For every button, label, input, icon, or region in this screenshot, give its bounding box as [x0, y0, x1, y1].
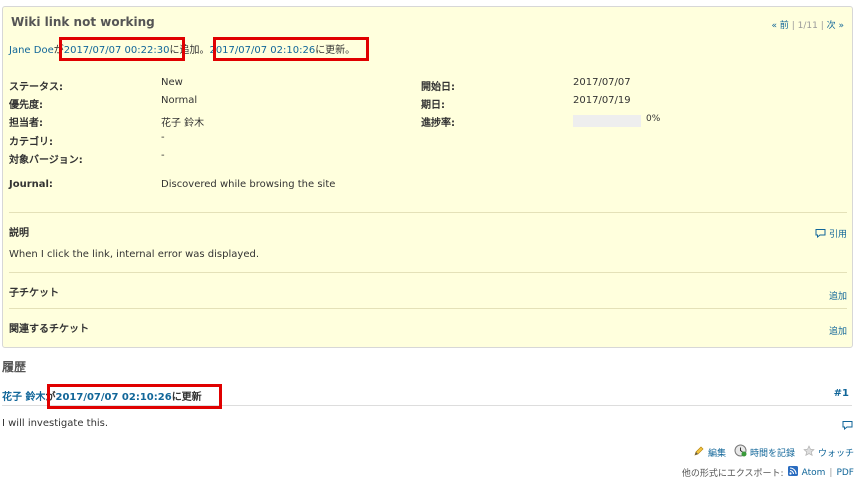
due-date-value: 2017/07/19: [573, 95, 631, 106]
category-value: -: [161, 132, 165, 143]
next-issue-link[interactable]: 次 »: [827, 21, 844, 31]
journal-field-value: Discovered while browsing the site: [161, 179, 336, 190]
updated-at-link[interactable]: 2017/07/07 02:10:26: [209, 45, 315, 56]
start-date-value: 2017/07/07: [573, 77, 631, 88]
priority-value: Normal: [161, 95, 198, 106]
divider: [9, 272, 847, 273]
quote-button-label: 引用: [828, 230, 847, 240]
start-date-label: 開始日:: [421, 82, 455, 93]
due-date-label: 期日:: [421, 100, 445, 111]
watch-label: ウォッチ: [817, 448, 854, 459]
pager-position: 1/11: [797, 21, 818, 31]
atom-export-link[interactable]: Atom: [802, 468, 826, 478]
speech-bubble-icon: [815, 229, 829, 240]
journal-note: I will investigate this.: [2, 418, 109, 429]
assignee-link[interactable]: 花子 鈴木: [161, 114, 204, 129]
journal-timestamp-link[interactable]: 2017/07/07 02:10:26: [55, 392, 171, 403]
log-time-button[interactable]: 時間を記録: [734, 444, 795, 460]
feed-icon: [787, 466, 798, 479]
category-label: カテゴリ:: [9, 137, 53, 148]
issue-subject: Wiki link not working: [11, 15, 155, 29]
journal-field-label: Journal:: [9, 179, 53, 190]
journal-header: 花子 鈴木が2017/07/07 02:10:26に更新: [2, 388, 202, 403]
edit-label: 編集: [707, 448, 726, 459]
description-text: When I click the link, internal error wa…: [9, 249, 259, 260]
add-subtask-link[interactable]: 追加: [829, 289, 847, 302]
log-time-label: 時間を記録: [749, 448, 795, 459]
journal-divider: [2, 405, 852, 406]
edit-button[interactable]: 編集: [693, 445, 726, 460]
issue-pager: « 前 | 1/11 | 次 »: [771, 18, 844, 31]
journal-quote-icon[interactable]: [842, 420, 853, 433]
author-line: Jane Doeが2017/07/07 00:22:30に追加。2017/07/…: [9, 41, 355, 56]
star-icon: [803, 444, 815, 460]
created-particle: が: [53, 45, 64, 56]
pencil-icon: [693, 445, 705, 460]
done-ratio-progress-bar: [573, 115, 641, 127]
target-version-value: -: [161, 150, 165, 161]
journal-user-link[interactable]: 花子 鈴木: [2, 392, 45, 403]
updated-text: に更新。: [315, 45, 356, 56]
done-ratio-label: 進捗率:: [421, 118, 455, 129]
pager-separator: |: [791, 21, 795, 31]
clock-icon: [734, 444, 747, 460]
journal-number-link[interactable]: #1: [834, 388, 849, 399]
watch-button[interactable]: ウォッチ: [803, 444, 854, 460]
issue-details-panel: Wiki link not working « 前 | 1/11 | 次 » J…: [2, 6, 853, 348]
export-links: 他の形式にエクスポート: Atom | PDF: [682, 466, 854, 479]
export-prefix: 他の形式にエクスポート:: [681, 469, 784, 479]
quote-button[interactable]: 引用: [815, 227, 847, 240]
relations-title: 関連するチケット: [9, 324, 89, 335]
added-text: に追加。: [169, 45, 210, 56]
priority-label: 優先度:: [9, 100, 43, 111]
description-title: 説明: [9, 228, 29, 239]
export-separator: |: [829, 467, 833, 478]
issue-actions: 編集 時間を記録 ウォッチ: [693, 444, 854, 460]
journal-suffix: に更新: [171, 392, 202, 403]
divider: [9, 308, 847, 309]
add-relation-link[interactable]: 追加: [829, 324, 847, 337]
done-ratio-value: 0%: [646, 114, 661, 124]
created-at-link[interactable]: 2017/07/07 00:22:30: [64, 45, 170, 56]
history-title: 履歴: [2, 360, 27, 374]
previous-issue-link[interactable]: « 前: [771, 21, 788, 31]
status-label: ステータス:: [9, 82, 63, 93]
status-value: New: [161, 77, 183, 88]
pager-separator: |: [820, 21, 824, 31]
journal-particle: が: [45, 392, 56, 403]
target-version-label: 対象バージョン:: [9, 155, 83, 166]
assignee-label: 担当者:: [9, 118, 43, 129]
subtasks-title: 子チケット: [9, 288, 59, 299]
divider: [9, 212, 847, 213]
pdf-export-link[interactable]: PDF: [836, 468, 854, 478]
author-link[interactable]: Jane Doe: [9, 45, 54, 56]
